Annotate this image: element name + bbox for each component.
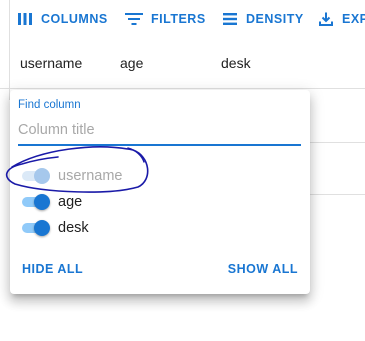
row-divider: [310, 142, 365, 143]
grid-toolbar: COLUMNS FILTERS DENSITY EXP: [0, 0, 365, 38]
username-switch[interactable]: [20, 167, 50, 185]
columns-panel: Find column username age desk HIDE A: [10, 90, 310, 294]
column-toggle-label: age: [58, 194, 83, 210]
find-column-input[interactable]: [18, 116, 301, 146]
export-button[interactable]: EXP: [318, 8, 365, 30]
find-column-label: Find column: [18, 99, 81, 111]
columns-button-label: COLUMNS: [41, 12, 108, 26]
density-button[interactable]: DENSITY: [222, 8, 304, 30]
panel-actions: HIDE ALL SHOW ALL: [10, 260, 310, 280]
filters-button[interactable]: FILTERS: [125, 8, 206, 30]
grid-header-row: username age desk: [0, 40, 365, 89]
row-divider: [310, 194, 365, 195]
data-grid-screen: COLUMNS FILTERS DENSITY EXP username age…: [0, 0, 365, 341]
switch-thumb: [34, 220, 50, 236]
column-toggle-username[interactable]: username: [20, 165, 122, 187]
column-toggle-desk[interactable]: desk: [20, 217, 89, 239]
column-header-desk[interactable]: desk: [221, 55, 251, 71]
export-button-label: EXP: [342, 12, 365, 26]
filter-list-icon: [125, 13, 143, 25]
columns-button[interactable]: COLUMNS: [17, 8, 108, 30]
column-toggle-age[interactable]: age: [20, 191, 82, 213]
column-header-username[interactable]: username: [20, 55, 82, 71]
column-toggle-label: username: [58, 168, 123, 184]
export-icon: [319, 12, 333, 26]
switch-thumb: [34, 168, 50, 184]
age-switch[interactable]: [20, 193, 50, 211]
switch-thumb: [34, 194, 50, 210]
show-all-button[interactable]: SHOW ALL: [228, 262, 298, 276]
column-toggle-label: desk: [58, 220, 89, 236]
hide-all-button[interactable]: HIDE ALL: [22, 262, 83, 276]
density-button-label: DENSITY: [246, 12, 304, 26]
column-header-age[interactable]: age: [120, 55, 143, 71]
desk-switch[interactable]: [20, 219, 50, 237]
density-icon: [223, 13, 237, 25]
view-column-icon: [18, 13, 32, 25]
filters-button-label: FILTERS: [151, 12, 206, 26]
